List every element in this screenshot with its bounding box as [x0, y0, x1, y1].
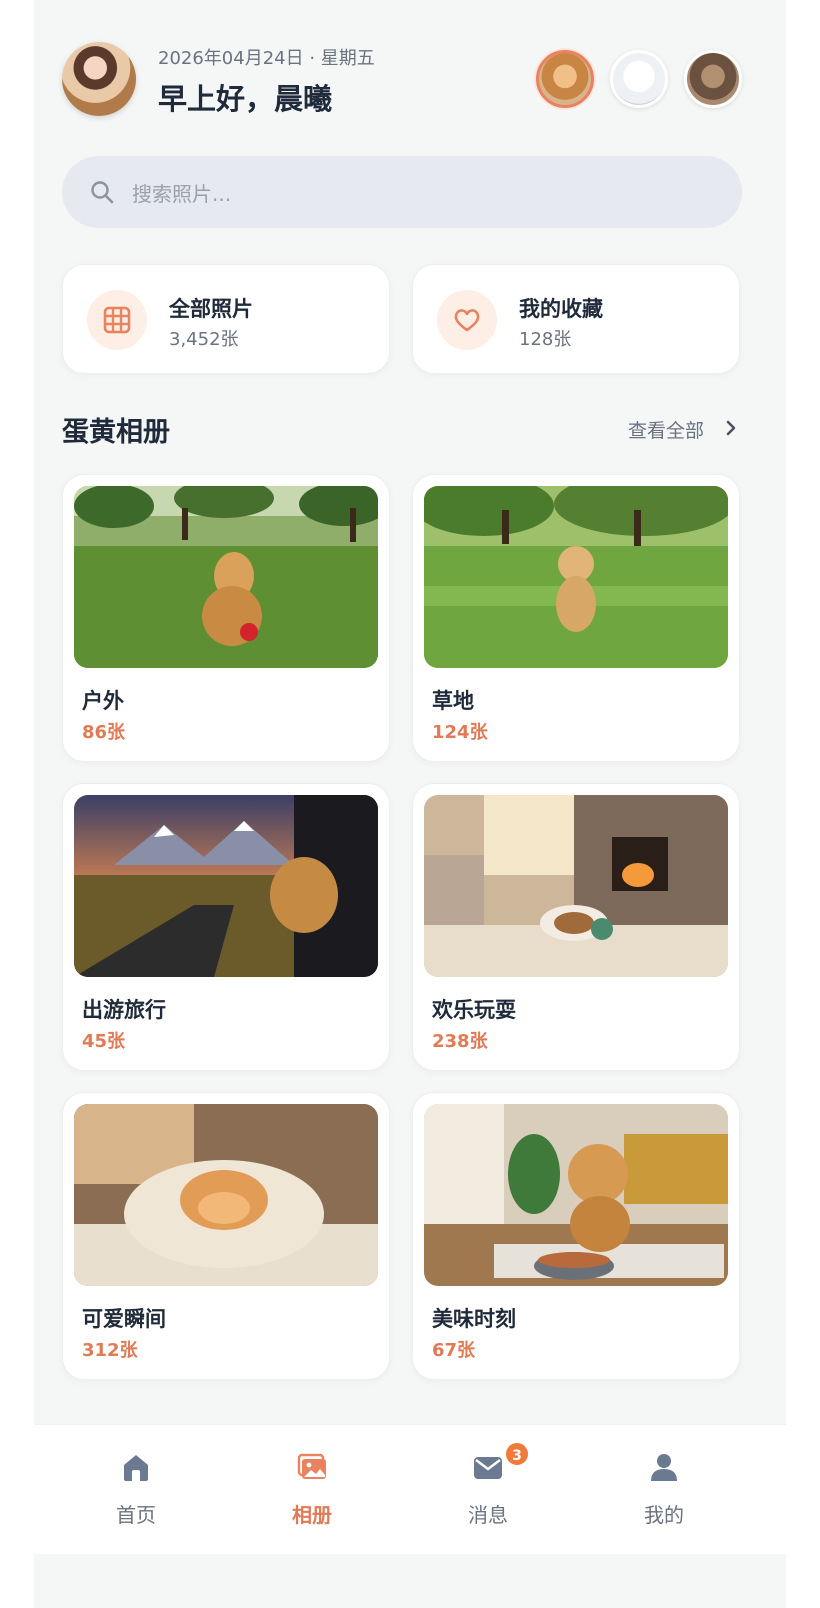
favorites-count: 128张: [519, 329, 572, 350]
album-thumbnail-puppy-grass: [424, 486, 728, 668]
pet-avatar-golden-retriever[interactable]: [536, 50, 594, 108]
all-photos-card[interactable]: 全部照片 3,452张: [62, 264, 390, 374]
tab-label: 首页: [116, 1503, 156, 1527]
tab-label: 消息: [468, 1503, 508, 1527]
favorites-title: 我的收藏: [519, 297, 603, 321]
album-thumbnail-cat-playing: [424, 795, 728, 977]
album-count: 67张: [432, 1340, 476, 1361]
album-count: 312张: [82, 1340, 138, 1361]
album-card[interactable]: 出游旅行 45张: [62, 783, 390, 1071]
date-label: 2026年04月24日 · 星期五: [158, 48, 375, 69]
favorites-card[interactable]: 我的收藏 128张: [412, 264, 740, 374]
search-bar[interactable]: 搜索照片...: [62, 156, 742, 228]
photo-album-icon: [297, 1453, 326, 1479]
chevron-right-icon[interactable]: [724, 419, 738, 437]
see-all-link[interactable]: 查看全部: [628, 416, 704, 443]
user-icon: [651, 1454, 677, 1481]
album-card[interactable]: 草地 124张: [412, 474, 740, 762]
album-card[interactable]: 欢乐玩耍 238张: [412, 783, 740, 1071]
tab-label: 相册: [292, 1503, 332, 1527]
album-name: 美味时刻: [432, 1307, 516, 1331]
album-name: 草地: [432, 689, 474, 713]
album-card[interactable]: 可爱瞬间 312张: [62, 1092, 390, 1380]
album-thumbnail-road-trip: [74, 795, 378, 977]
search-input[interactable]: 搜索照片...: [132, 178, 231, 207]
album-count: 45张: [82, 1031, 126, 1052]
home-icon: [124, 1455, 148, 1481]
app-screen: 2026年04月24日 · 星期五 早上好，晨曦 搜索照片... 全部照片 3,…: [34, 0, 786, 1608]
greeting-title: 早上好，晨曦: [158, 82, 333, 116]
section-title: 蛋黄相册: [62, 417, 170, 448]
album-name: 户外: [82, 689, 124, 713]
album-count: 86张: [82, 722, 126, 743]
all-photos-count: 3,452张: [169, 329, 239, 350]
tab-profile[interactable]: 我的: [594, 1425, 734, 1555]
album-thumbnail-sleeping-kitten: [74, 1104, 378, 1286]
album-count: 124张: [432, 722, 488, 743]
album-name: 出游旅行: [82, 998, 166, 1022]
pet-avatar-tabby-cat[interactable]: [684, 50, 742, 108]
album-thumbnail-dog-park: [74, 486, 378, 668]
album-thumbnail-dog-meal: [424, 1104, 728, 1286]
album-card[interactable]: 户外 86张: [62, 474, 390, 762]
tab-albums[interactable]: 相册: [242, 1425, 382, 1555]
bottom-nav: 首页 相册 3 消息 我的: [34, 1424, 786, 1554]
tab-messages[interactable]: 3 消息: [418, 1425, 558, 1555]
messages-badge: 3: [504, 1441, 530, 1467]
pet-avatar-samoyed[interactable]: [610, 50, 668, 108]
album-name: 欢乐玩耍: [432, 998, 516, 1022]
album-card[interactable]: 美味时刻 67张: [412, 1092, 740, 1380]
grid-icon: [87, 290, 147, 350]
heart-icon: [437, 290, 497, 350]
search-icon: [91, 181, 114, 204]
tab-label: 我的: [644, 1503, 684, 1527]
user-avatar[interactable]: [62, 42, 136, 116]
all-photos-title: 全部照片: [169, 297, 253, 321]
album-name: 可爱瞬间: [82, 1307, 166, 1331]
tab-home[interactable]: 首页: [66, 1425, 206, 1555]
mail-icon: [474, 1457, 502, 1479]
album-count: 238张: [432, 1031, 488, 1052]
